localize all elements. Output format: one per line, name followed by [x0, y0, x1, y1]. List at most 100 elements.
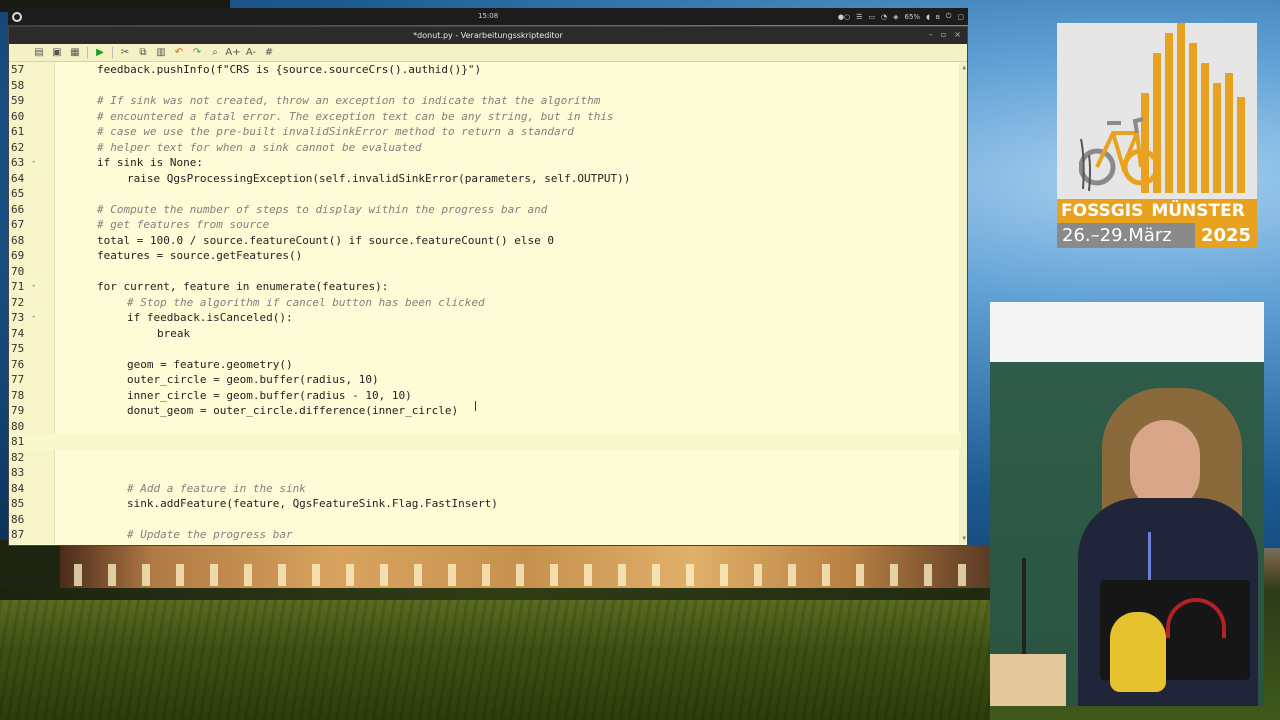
code-line[interactable]: 80 [9, 419, 961, 435]
code-line[interactable]: 66 # Compute the number of steps to displ… [9, 202, 961, 218]
undo-icon[interactable]: ↶ [173, 47, 185, 59]
logo-bar [1237, 97, 1245, 193]
line-number: 62 [11, 140, 25, 154]
bluetooth-icon[interactable]: ʙ [936, 13, 940, 21]
minimize-icon[interactable]: – [929, 30, 933, 39]
code-line[interactable]: 67 # get features from source [9, 217, 961, 233]
code-line[interactable]: 74 break [9, 326, 961, 342]
bicycle-icon [1079, 117, 1159, 192]
find-icon[interactable]: ⌕ [209, 47, 221, 59]
line-number: 60 [11, 109, 25, 123]
scroll-down-icon[interactable]: ▼ [962, 535, 966, 542]
code-text: sink.addFeature(feature, QgsFeatureSink.… [127, 497, 498, 510]
line-number: 80 [11, 419, 25, 433]
power-icon[interactable]: ⏻ [946, 12, 952, 21]
code-line[interactable]: 61 # case we use the pre-built invalidSin… [9, 124, 961, 140]
code-line[interactable]: 60 # encountered a fatal error. The excep… [9, 109, 961, 125]
code-comment: # case we use the pre-built invalidSinkE… [97, 125, 574, 138]
code-line[interactable]: 75 [9, 341, 961, 357]
scroll-up-icon[interactable]: ▲ [962, 64, 966, 71]
screen-icon[interactable]: ▢ [957, 13, 964, 21]
toggle-comment-button[interactable]: # [263, 47, 275, 59]
code-line[interactable]: 62 # helper text for when a sink cannot b… [9, 140, 961, 156]
volume-icon[interactable]: ◖ [926, 13, 930, 21]
code-line[interactable]: 79 donut_geom = outer_circle.difference(i… [9, 403, 961, 419]
code-line[interactable]: 70 [9, 264, 961, 280]
code-line[interactable]: 84 # Add a feature in the sink [9, 481, 961, 497]
code-line[interactable]: 71- for current, feature in enumerate(fea… [9, 279, 961, 295]
paste-icon[interactable]: ▥ [155, 47, 167, 59]
line-number: 77 [11, 373, 25, 386]
code-comment: # helper text for when a sink cannot be … [97, 140, 422, 154]
camera-podium [990, 654, 1066, 706]
code-line[interactable]: 82 [9, 450, 961, 466]
run-icon[interactable]: ▶ [94, 47, 106, 59]
code-line[interactable]: 87 # Update the progress bar [9, 527, 961, 543]
code-line[interactable]: 65 [9, 186, 961, 202]
code-line[interactable]: 76 geom = feature.geometry() [9, 357, 961, 373]
network-icon[interactable]: ◈ [893, 13, 898, 21]
font-larger-button[interactable]: A+ [225, 47, 240, 59]
code-line[interactable]: 83 [9, 465, 961, 481]
code-line[interactable]: 58 [9, 78, 961, 94]
code-line[interactable]: 57 feedback.pushInfo(f"CRS is {source.sou… [9, 62, 961, 78]
save-icon[interactable]: ▣ [51, 47, 63, 59]
battery-level[interactable]: 65% [905, 13, 921, 21]
fold-toggle-icon[interactable]: - [31, 279, 36, 295]
code-line[interactable]: 68 total = 100.0 / source.featureCount() … [9, 233, 961, 249]
font-smaller-button[interactable]: A- [245, 47, 257, 59]
code-comment: # Stop the algorithm if cancel button ha… [127, 295, 485, 309]
code-editor[interactable]: ▲ ▼ 57 feedback.pushInfo(f"CRS is {source… [9, 62, 967, 544]
line-number: 71 [11, 280, 25, 293]
line-number: 87 [11, 528, 25, 541]
code-line[interactable]: 69 features = source.getFeatures() [9, 248, 961, 264]
code-line[interactable]: 77 outer_circle = geom.buffer(radius, 10) [9, 372, 961, 388]
fold-toggle-icon[interactable]: - [31, 310, 36, 326]
copy-icon[interactable]: ⧉ [137, 47, 149, 59]
close-icon[interactable]: × [954, 30, 961, 39]
script-editor-window: *donut.py - Verarbeitungsskripteditor – … [8, 26, 968, 546]
redo-icon[interactable]: ↷ [191, 47, 203, 59]
logo-name-right: MÜNSTER [1151, 201, 1245, 221]
system-clock[interactable]: 15:08 [478, 12, 498, 20]
logo-date-range: 26.–29.März [1057, 223, 1195, 248]
save-as-icon[interactable]: ▦ [69, 47, 81, 59]
logo-bar [1201, 63, 1209, 193]
code-text: if sink is None: [97, 156, 203, 169]
code-text: donut_geom = outer_circle.difference(inn… [127, 404, 459, 417]
line-number: 84 [11, 481, 25, 495]
code-line[interactable]: 78 inner_circle = geom.buffer(radius - 10… [9, 388, 961, 404]
code-line[interactable]: 64 raise QgsProcessingException(self.inva… [9, 171, 961, 187]
maximize-icon[interactable]: ▫ [941, 30, 946, 39]
menu-icon[interactable]: ☰ [856, 13, 862, 21]
open-icon[interactable]: ▤ [33, 47, 45, 59]
code-line[interactable]: 72 # Stop the algorithm if cancel button … [9, 295, 961, 311]
logo-name-left: FOSSGIS [1061, 201, 1144, 221]
system-top-bar: 15:08 ●○ ☰ ▭ ◔ ◈ 65% ◖ ʙ ⏻ ▢ [8, 8, 968, 25]
notification-icon[interactable]: ◔ [881, 13, 887, 21]
logo-bar [1225, 73, 1233, 193]
speaker-face [1130, 420, 1200, 510]
line-number: 57 [11, 63, 25, 76]
activity-icon[interactable]: ●○ [838, 13, 850, 21]
line-number: 74 [11, 326, 25, 340]
camera-microphone-stand [1022, 558, 1026, 658]
fold-toggle-icon[interactable]: - [31, 155, 36, 171]
conference-logo: FOSSGIS MÜNSTER 26.–29.März 2025 [1057, 23, 1257, 248]
logo-dates: 26.–29.März 2025 [1057, 223, 1257, 248]
code-line[interactable]: 81 [9, 434, 961, 450]
cut-icon[interactable]: ✂ [119, 47, 131, 59]
code-line[interactable]: 59 # If sink was not created, throw an ex… [9, 93, 961, 109]
code-line[interactable]: 85 sink.addFeature(feature, QgsFeatureSin… [9, 496, 961, 512]
code-line[interactable]: 63- if sink is None: [9, 155, 961, 171]
folder-icon[interactable]: ▭ [868, 13, 875, 21]
code-line[interactable]: 73- if feedback.isCanceled(): [9, 310, 961, 326]
logo-bar [1189, 43, 1197, 193]
system-tray: ●○ ☰ ▭ ◔ ◈ 65% ◖ ʙ ⏻ ▢ [838, 12, 964, 21]
window-titlebar[interactable]: *donut.py - Verarbeitungsskripteditor – … [9, 27, 967, 44]
os-menu-icon[interactable] [12, 11, 22, 22]
code-text: geom = feature.geometry() [127, 357, 293, 371]
logo-year: 2025 [1195, 223, 1257, 248]
code-text: break [157, 326, 191, 340]
code-line[interactable]: 86 [9, 512, 961, 528]
